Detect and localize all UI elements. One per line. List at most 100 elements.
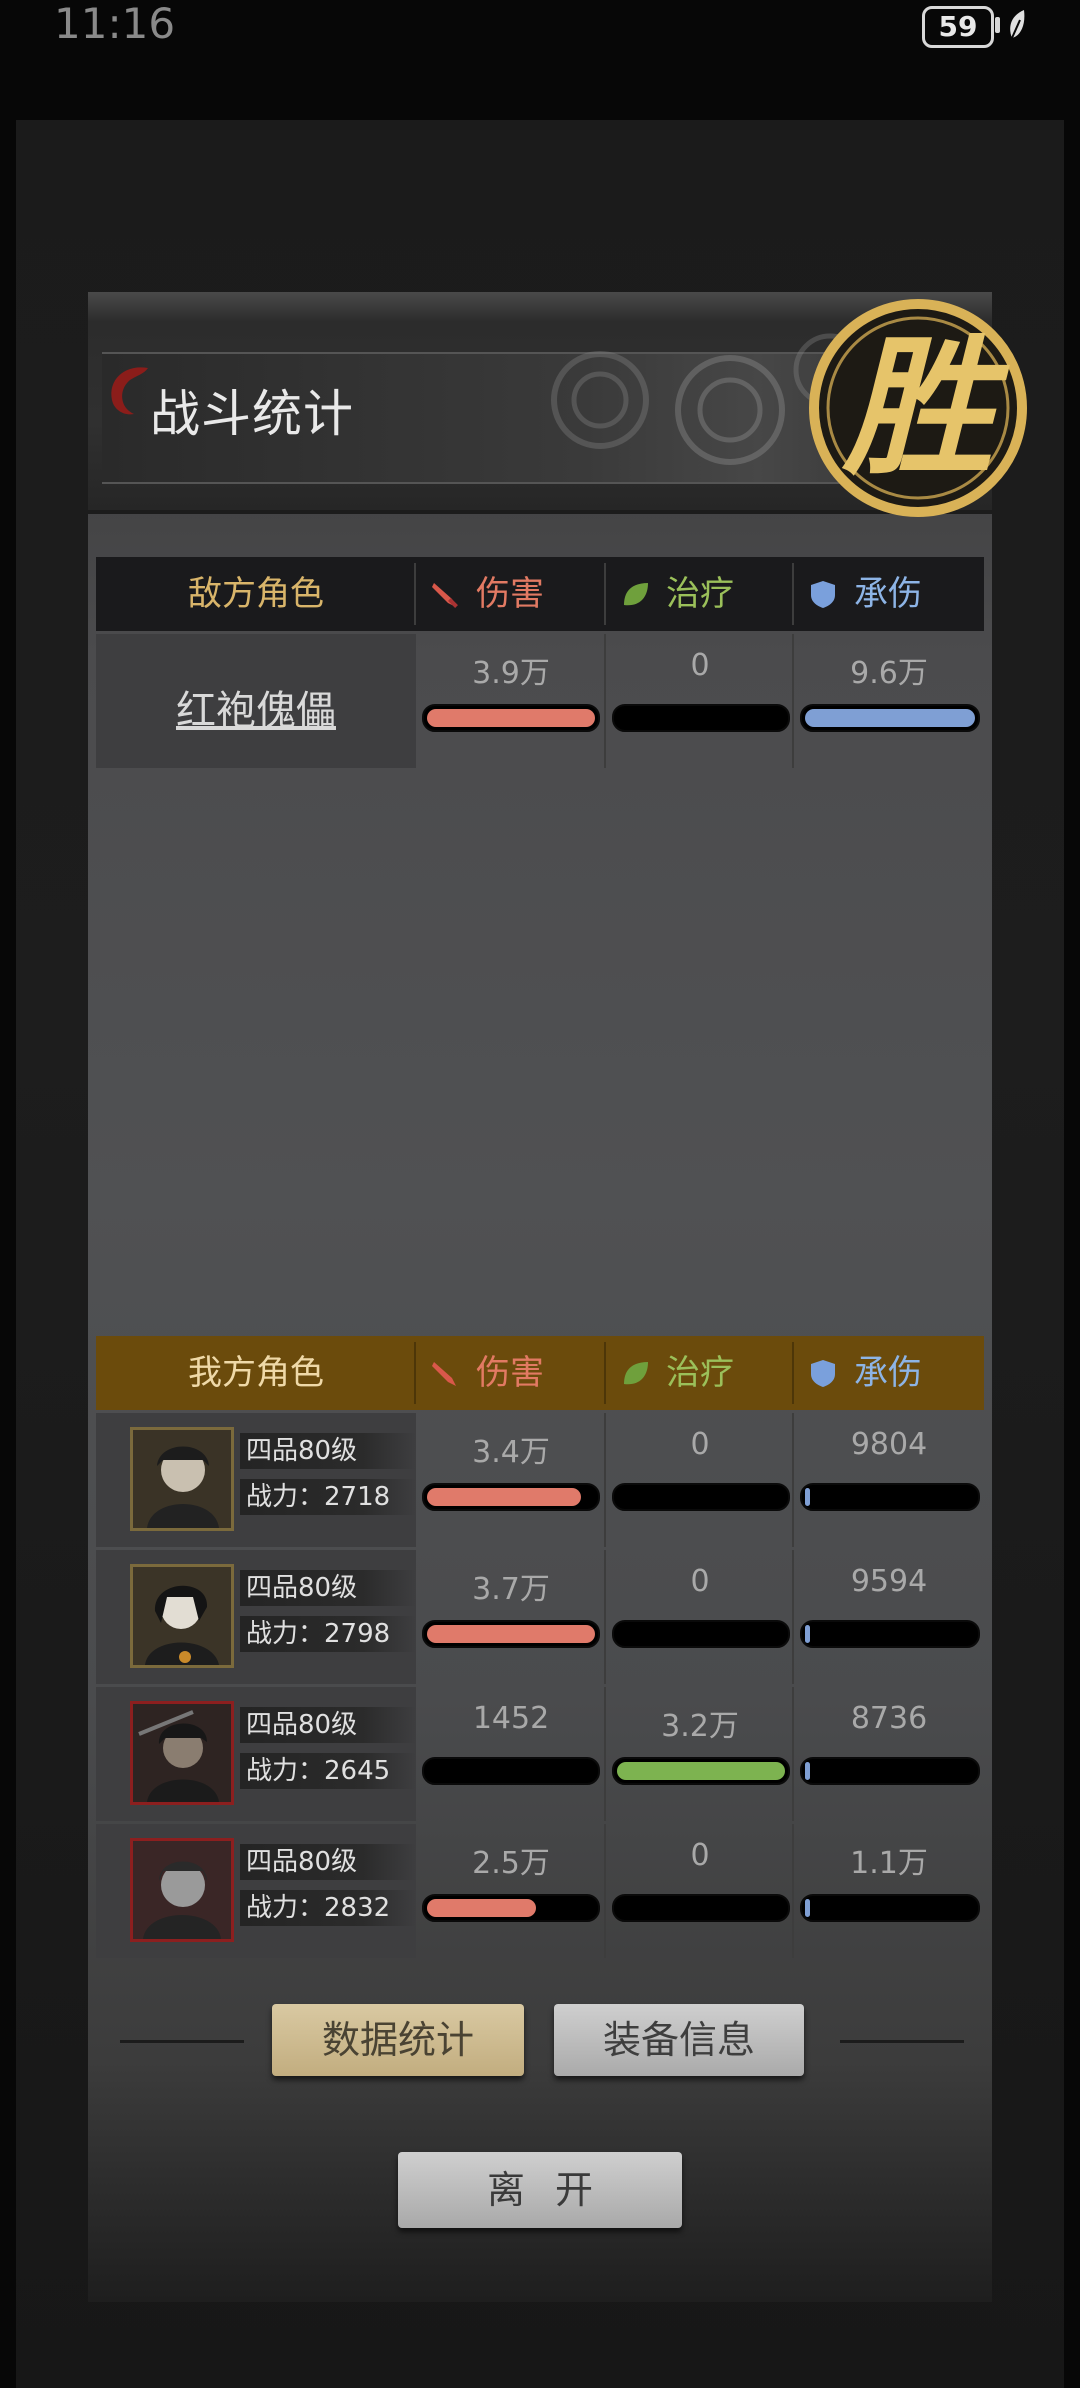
healing-cell: 0 xyxy=(606,634,794,768)
shield-icon xyxy=(811,1360,835,1387)
tanked-bar xyxy=(800,1483,980,1511)
battery-saver-leaf-icon xyxy=(1010,10,1025,39)
rank-label: 四品80级 xyxy=(246,1436,358,1466)
damage-cell: 3.9万 xyxy=(416,634,606,768)
enemy-name-cell: 红袍傀儡 xyxy=(96,634,416,768)
healing-cell: 0 xyxy=(606,1413,794,1547)
damage-bar xyxy=(422,1620,600,1648)
combat-power-label: 战力：2798 xyxy=(246,1619,391,1649)
healing-column-label: 治疗 xyxy=(666,574,734,614)
ally-header-label: 我方角色 xyxy=(188,1353,324,1393)
tanked-value: 1.1万 xyxy=(850,1846,928,1881)
tanked-bar-fill xyxy=(805,1625,810,1643)
ally-table-header: 我方角色 伤害 治疗 承伤 xyxy=(96,1336,984,1410)
damage-value: 3.7万 xyxy=(472,1572,550,1607)
ally-info-cell: 四品80级 战力：2645 xyxy=(96,1687,416,1821)
tanked-cell: 8736 xyxy=(794,1687,984,1821)
status-bar: 11:16 59 xyxy=(0,0,1080,62)
healing-bar xyxy=(612,1483,790,1511)
ally-row[interactable]: 四品80级 战力：2798 3.7万 0 9594 xyxy=(96,1550,984,1684)
rank-label: 四品80级 xyxy=(246,1710,358,1740)
healing-column-label: 治疗 xyxy=(666,1353,734,1393)
damage-bar-fill xyxy=(427,709,595,727)
healing-value: 3.2万 xyxy=(661,1709,739,1744)
healing-cell: 0 xyxy=(606,1550,794,1684)
damage-column-label: 伤害 xyxy=(476,1353,544,1393)
damage-bar xyxy=(422,1757,600,1785)
healing-value: 0 xyxy=(690,1427,710,1462)
healing-cell: 3.2万 xyxy=(606,1687,794,1821)
tanked-cell: 9594 xyxy=(794,1550,984,1684)
tanked-bar xyxy=(800,704,980,732)
damage-column-label: 伤害 xyxy=(476,574,544,614)
ally-info-cell: 四品80级 战力：2832 xyxy=(96,1824,416,1958)
damage-value: 3.9万 xyxy=(472,656,550,691)
character-avatar[interactable] xyxy=(130,1427,234,1531)
healing-column-header: 治疗 xyxy=(606,557,794,631)
damage-column-header: 伤害 xyxy=(416,557,606,631)
leaf-icon xyxy=(624,1362,648,1385)
data-stats-tab-button[interactable]: 数据统计 xyxy=(272,2004,524,2076)
combat-power-label: 战力：2718 xyxy=(246,1482,391,1512)
tanked-bar-fill xyxy=(805,709,975,727)
healing-bar xyxy=(612,1620,790,1648)
ally-row[interactable]: 四品80级 战力：2718 3.4万 0 9804 xyxy=(96,1413,984,1547)
damage-bar xyxy=(422,1483,600,1511)
sword-icon xyxy=(432,1362,456,1386)
tanked-bar-fill xyxy=(805,1762,810,1780)
healing-column-header: 治疗 xyxy=(606,1336,794,1410)
tanked-value: 9594 xyxy=(850,1564,928,1599)
shield-icon xyxy=(811,581,835,608)
tanked-column-label: 承伤 xyxy=(854,574,922,614)
character-avatar[interactable] xyxy=(130,1838,234,1942)
tanked-column-label: 承伤 xyxy=(854,1353,922,1393)
equipment-info-tab-button[interactable]: 装备信息 xyxy=(554,2004,804,2076)
damage-cell: 2.5万 xyxy=(416,1824,606,1958)
battery-icon: 59 xyxy=(922,6,994,48)
tanked-bar xyxy=(800,1894,980,1922)
tanked-column-header: 承伤 xyxy=(794,1336,984,1410)
enemy-name-link[interactable]: 红袍傀儡 xyxy=(96,678,416,736)
healing-bar xyxy=(612,1757,790,1785)
divider-line-right xyxy=(840,2040,964,2043)
tanked-bar-fill xyxy=(805,1899,810,1917)
tanked-value: 9804 xyxy=(850,1427,928,1462)
leaf-icon xyxy=(624,583,648,606)
ally-info-cell: 四品80级 战力：2798 xyxy=(96,1550,416,1684)
character-avatar[interactable] xyxy=(130,1564,234,1668)
healing-value: 0 xyxy=(690,1564,710,1599)
rank-label: 四品80级 xyxy=(246,1847,358,1877)
damage-value: 3.4万 xyxy=(472,1435,550,1470)
rank-label: 四品80级 xyxy=(246,1573,358,1603)
battery-tip xyxy=(995,17,1000,33)
ally-row[interactable]: 四品80级 战力：2645 1452 3.2万 8736 xyxy=(96,1687,984,1821)
damage-cell: 3.7万 xyxy=(416,1550,606,1684)
damage-bar-fill xyxy=(427,1899,536,1917)
ally-row[interactable]: 四品80级 战力：2832 2.5万 0 1.1万 xyxy=(96,1824,984,1958)
healing-bar-fill xyxy=(617,1762,785,1780)
damage-cell: 1452 xyxy=(416,1687,606,1821)
tanked-bar xyxy=(800,1620,980,1648)
tanked-cell: 1.1万 xyxy=(794,1824,984,1958)
damage-bar xyxy=(422,704,600,732)
tanked-bar xyxy=(800,1757,980,1785)
tanked-cell: 9.6万 xyxy=(794,634,984,768)
leave-button[interactable]: 离开 xyxy=(398,2152,682,2228)
enemy-table-header: 敌方角色 伤害 治疗 承伤 xyxy=(96,557,984,631)
page-title: 战斗统计 xyxy=(150,385,354,443)
combat-power-label: 战力：2645 xyxy=(246,1756,391,1786)
healing-value: 0 xyxy=(690,1838,710,1873)
enemy-header-label: 敌方角色 xyxy=(188,574,324,614)
combat-power-label: 战力：2832 xyxy=(246,1893,391,1923)
status-time: 11:16 xyxy=(54,0,176,48)
damage-bar-fill xyxy=(427,1488,582,1506)
tanked-cell: 9804 xyxy=(794,1413,984,1547)
tanked-bar-fill xyxy=(805,1488,810,1506)
divider-line-left xyxy=(120,2040,244,2043)
ally-info-cell: 四品80级 战力：2718 xyxy=(96,1413,416,1547)
tanked-column-header: 承伤 xyxy=(794,557,984,631)
damage-column-header: 伤害 xyxy=(416,1336,606,1410)
damage-cell: 3.4万 xyxy=(416,1413,606,1547)
character-avatar[interactable] xyxy=(130,1701,234,1805)
damage-value: 2.5万 xyxy=(472,1846,550,1881)
